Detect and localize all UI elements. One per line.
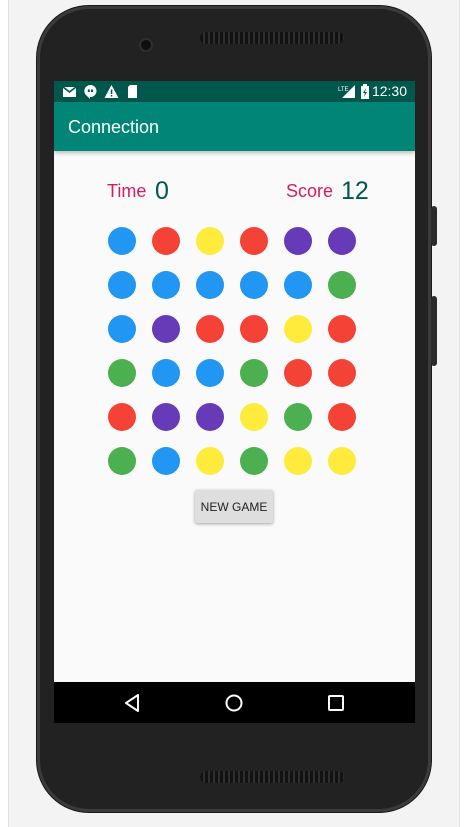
front-camera: [141, 40, 151, 50]
dot-yellow[interactable]: [196, 227, 224, 255]
battery-icon: [360, 84, 370, 99]
volume-button[interactable]: [431, 296, 437, 366]
navigation-bar: [54, 682, 415, 723]
dot-blue[interactable]: [196, 271, 224, 299]
app-bar: Connection: [54, 102, 415, 151]
dot-yellow[interactable]: [284, 315, 312, 343]
dot-purple[interactable]: [328, 227, 356, 255]
dot-green[interactable]: [328, 271, 356, 299]
dot-yellow[interactable]: [196, 447, 224, 475]
dot-green[interactable]: [108, 447, 136, 475]
dot-blue[interactable]: [152, 271, 180, 299]
dot-blue[interactable]: [152, 359, 180, 387]
dot-red[interactable]: [240, 315, 268, 343]
game-board: [108, 227, 368, 487]
home-icon[interactable]: [223, 692, 245, 714]
dot-purple[interactable]: [196, 403, 224, 431]
back-icon[interactable]: [122, 692, 144, 714]
dot-red[interactable]: [328, 403, 356, 431]
recents-icon[interactable]: [325, 692, 347, 714]
dot-blue[interactable]: [284, 271, 312, 299]
score-label: Score: [286, 181, 334, 201]
dot-blue[interactable]: [108, 315, 136, 343]
app-title: Connection: [68, 117, 160, 137]
dot-yellow[interactable]: [328, 447, 356, 475]
power-button[interactable]: [431, 206, 437, 246]
score-value: 12: [341, 177, 369, 205]
dot-red[interactable]: [152, 227, 180, 255]
dot-red[interactable]: [284, 359, 312, 387]
dot-blue[interactable]: [152, 447, 180, 475]
bottom-speaker: [200, 771, 344, 783]
time-value: 0: [155, 177, 169, 205]
dot-blue[interactable]: [240, 271, 268, 299]
dot-purple[interactable]: [152, 403, 180, 431]
status-bar: LTE 12:30: [54, 81, 415, 102]
hangouts-icon: [83, 84, 98, 99]
dot-yellow[interactable]: [284, 447, 312, 475]
ide-background-right: [459, 0, 468, 827]
lte-signal-icon: LTE: [338, 84, 356, 99]
new-game-button[interactable]: NEW GAME: [195, 490, 273, 523]
warning-icon: [104, 84, 119, 99]
dot-red[interactable]: [240, 227, 268, 255]
top-speaker: [200, 32, 344, 44]
dot-red[interactable]: [328, 315, 356, 343]
gmail-icon: [62, 84, 77, 99]
ide-background-left: [0, 0, 9, 827]
dot-blue[interactable]: [196, 359, 224, 387]
dot-green[interactable]: [240, 447, 268, 475]
sd-card-icon: [125, 84, 140, 99]
dot-red[interactable]: [108, 403, 136, 431]
time-label: Time: [107, 181, 147, 201]
dot-green[interactable]: [108, 359, 136, 387]
dot-red[interactable]: [328, 359, 356, 387]
dot-purple[interactable]: [284, 227, 312, 255]
dot-yellow[interactable]: [240, 403, 268, 431]
status-time: 12:30: [371, 83, 407, 99]
dot-red[interactable]: [196, 315, 224, 343]
dot-purple[interactable]: [152, 315, 180, 343]
lte-label: LTE: [338, 87, 349, 93]
dot-blue[interactable]: [108, 227, 136, 255]
dot-green[interactable]: [284, 403, 312, 431]
dot-blue[interactable]: [108, 271, 136, 299]
device-screen: LTE 12:30 Connection Time 0 Score 12 NEW…: [54, 81, 415, 723]
dot-green[interactable]: [240, 359, 268, 387]
